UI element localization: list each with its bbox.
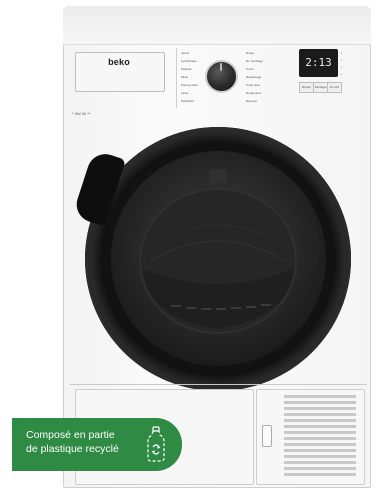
vent-slot [284,401,356,404]
vent-slot [284,473,356,476]
program-label: Repassage [246,75,262,79]
vent-slot [284,413,356,416]
vent-slot [284,419,356,422]
vent-slot [284,455,356,458]
program-label: Express [246,99,257,103]
knob-indicator [220,63,222,71]
program-label: Coton Eco [246,83,261,87]
panel-divider [176,48,177,108]
indicator-icon: ▪ [341,72,343,76]
vent-slot [284,431,356,434]
vent-slot [284,437,356,440]
program-label: Synthétique [181,59,197,63]
digital-display: 2:13 [299,49,338,77]
drum-view [139,169,297,334]
vent-slot [284,467,356,470]
top-panel [63,6,371,45]
program-label: Draps [246,51,255,55]
filter-latch[interactable] [262,425,272,447]
recycled-bottle-icon [147,426,165,462]
program-label: Laine [181,91,189,95]
spec-label: * Hb/ 2k ** [72,111,91,116]
program-label: Doudounes [246,91,262,95]
delay-button[interactable]: Fin diff. [327,82,342,93]
program-label: Coton [246,67,255,71]
start-button[interactable]: Départ [299,82,314,93]
dry-level-button[interactable]: Séchage [313,82,328,93]
brand-logo: beko [108,57,130,67]
vent-slot [284,449,356,452]
vent-slot [284,395,356,398]
door-glass [111,151,326,366]
vent-slot [284,443,356,446]
badge-text-line1: Composé en partie [26,429,115,441]
indicator-icon: ▪ [341,58,343,62]
indicator-icon: ▪ [341,51,343,55]
vent-slot [284,461,356,464]
badge-text-line2: de plastique recyclé [26,443,119,455]
program-label: Mixte [181,75,189,79]
program-label: Prêt-à-porter [181,83,199,87]
program-label: Ex. Séchage [246,59,264,63]
program-label: Jeans [181,51,190,55]
program-label: Délicats [181,67,192,71]
indicator-icon: ▪ [341,65,343,69]
program-label: Rafraîchir [181,99,195,103]
vent-slot [284,407,356,410]
vent-slot [284,425,356,428]
